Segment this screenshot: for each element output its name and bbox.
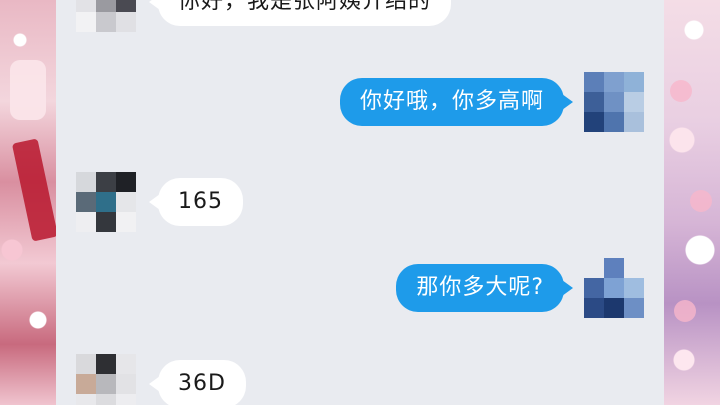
chat-message-list[interactable]: 你好，我是张阿姨介绍的 你好哦，你多高啊 165 那你多大呢? 36D [56,0,664,405]
pixelated-avatar-icon[interactable] [584,258,644,318]
message-bubble[interactable]: 那你多大呢? [396,264,573,312]
pixelated-avatar-icon[interactable] [584,72,644,132]
message-bubble[interactable]: 你好哦，你多高啊 [339,78,574,126]
wallpaper-flower-detail [670,80,692,102]
right-decorative-wallpaper [664,0,720,405]
pixelated-avatar-icon[interactable] [76,172,136,232]
message-row-outgoing: 你好哦，你多高啊 [339,72,644,132]
pixelated-avatar-icon[interactable] [76,0,136,32]
message-row-incoming: 36D [76,354,246,405]
message-bubble[interactable]: 165 [149,178,243,226]
message-row-incoming: 你好，我是张阿姨介绍的 [76,0,452,32]
left-decorative-wallpaper [0,0,56,405]
message-bubble[interactable]: 36D [149,360,246,405]
wallpaper-ribbon-detail [11,138,56,242]
message-row-outgoing: 那你多大呢? [396,258,644,318]
wallpaper-flower-detail [690,190,712,212]
pixelated-avatar-icon[interactable] [76,354,136,405]
wallpaper-figure-detail [10,60,46,120]
message-row-incoming: 165 [76,172,243,232]
wallpaper-flower-detail [674,300,696,322]
message-bubble[interactable]: 你好，我是张阿姨介绍的 [148,0,452,26]
